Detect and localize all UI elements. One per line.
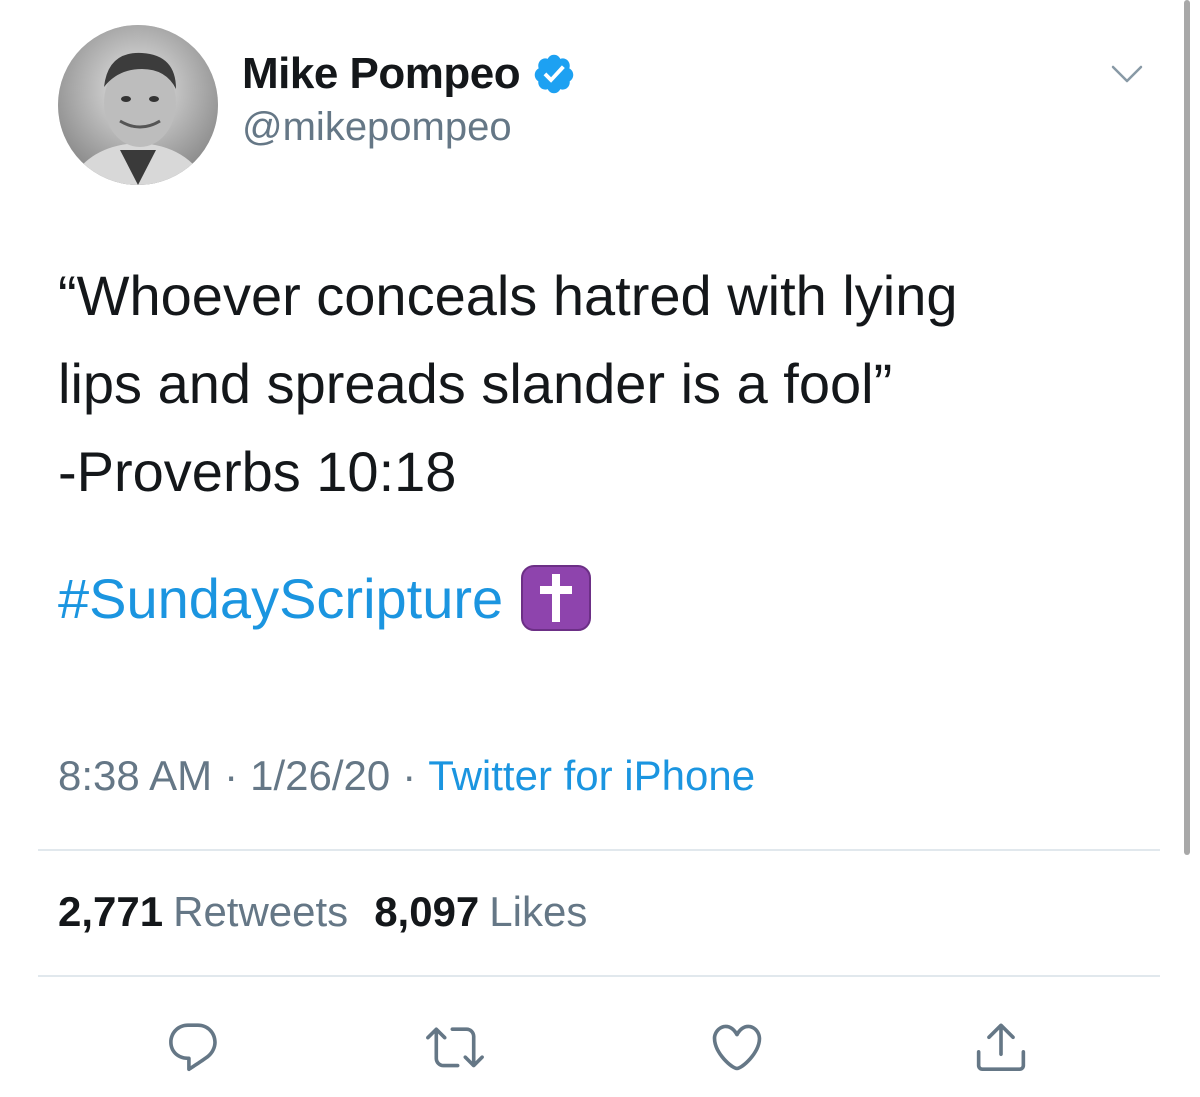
- share-icon: [976, 1023, 1026, 1072]
- meta-separator: ·: [402, 752, 417, 799]
- divider: [38, 849, 1160, 851]
- tweet-date: 1/26/20: [250, 752, 391, 799]
- divider: [38, 975, 1160, 977]
- retweets-label: Retweets: [173, 888, 349, 935]
- author-display-name[interactable]: Mike Pompeo: [242, 49, 521, 99]
- tweet-text-line: “Whoever conceals hatred with lying: [58, 264, 958, 327]
- tweet-meta: 8:38 AM · 1/26/20 · Twitter for iPhone: [58, 752, 755, 800]
- retweets-count: 2,771: [58, 888, 164, 935]
- latin-cross-emoji-icon: [521, 565, 592, 631]
- retweet-icon: [426, 1027, 484, 1068]
- reply-icon: [169, 1023, 217, 1072]
- share-button[interactable]: [966, 1012, 1036, 1082]
- avatar-photo: [58, 25, 218, 185]
- like-icon: [712, 1024, 762, 1071]
- likes-label: Likes: [489, 888, 588, 935]
- verified-badge-icon: [532, 52, 576, 96]
- likes-count: 8,097: [374, 888, 480, 935]
- reply-button[interactable]: [158, 1012, 228, 1082]
- chevron-down-icon[interactable]: [1110, 62, 1144, 86]
- like-button[interactable]: [702, 1012, 772, 1082]
- tweet-time: 8:38 AM: [58, 752, 213, 799]
- scrollbar[interactable]: [1184, 0, 1190, 855]
- tweet-text: “Whoever conceals hatred with lying lips…: [58, 252, 1168, 516]
- tweet-stats: 2,771 Retweets 8,097 Likes: [58, 888, 587, 936]
- tweet-source-link[interactable]: Twitter for iPhone: [428, 752, 755, 800]
- retweet-button[interactable]: [420, 1012, 490, 1082]
- author-handle[interactable]: @mikepompeo: [242, 105, 512, 150]
- avatar[interactable]: [58, 25, 218, 185]
- hashtag-line: #SundayScripture: [58, 563, 592, 633]
- author-name-row[interactable]: Mike Pompeo: [242, 46, 576, 102]
- meta-separator: ·: [224, 752, 239, 799]
- retweets-stat[interactable]: 2,771 Retweets: [58, 888, 348, 936]
- likes-stat[interactable]: 8,097 Likes: [374, 888, 587, 936]
- tweet-text-line: lips and spreads slander is a fool”: [58, 352, 893, 415]
- tweet-text-line: -Proverbs 10:18: [58, 440, 457, 503]
- hashtag-link[interactable]: #SundayScripture: [58, 566, 503, 631]
